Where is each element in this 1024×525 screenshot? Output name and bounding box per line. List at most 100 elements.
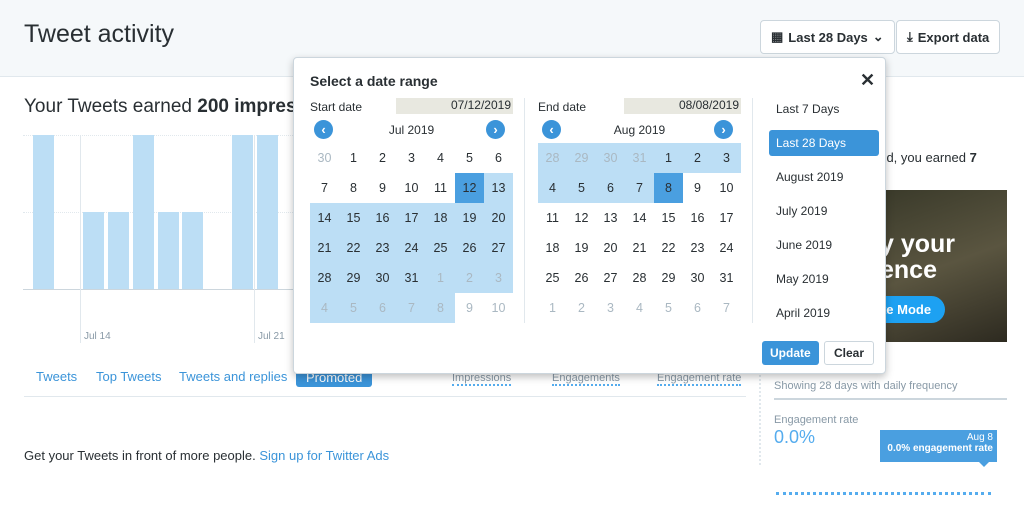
calendar-day[interactable]: 21 [310,233,339,263]
calendar-day[interactable]: 2 [567,293,596,323]
tab-top-tweets[interactable]: Top Tweets [96,369,162,384]
calendar-day[interactable]: 11 [538,203,567,233]
calendar-day[interactable]: 16 [683,203,712,233]
calendar-day[interactable]: 25 [538,263,567,293]
calendar-day[interactable]: 4 [538,173,567,203]
tab-tweets-and-replies[interactable]: Tweets and replies [179,369,287,384]
next-month-icon[interactable]: › [714,120,733,139]
calendar-day[interactable]: 29 [339,263,368,293]
calendar-day[interactable]: 1 [538,293,567,323]
calendar-day[interactable]: 22 [654,233,683,263]
calendar-day[interactable]: 23 [368,233,397,263]
calendar-day[interactable]: 19 [455,203,484,233]
calendar-day[interactable]: 10 [484,293,513,323]
calendar-day[interactable]: 1 [426,263,455,293]
calendar-day[interactable]: 9 [455,293,484,323]
promote-mode-button[interactable]: ote Mode [880,296,946,323]
calendar-day[interactable]: 20 [484,203,513,233]
calendar-day[interactable]: 25 [426,233,455,263]
calendar-day[interactable]: 4 [426,143,455,173]
calendar-day[interactable]: 28 [625,263,654,293]
date-range-button[interactable]: ▦ Last 28 Days ⌄ [760,20,895,54]
chart-bar[interactable] [132,135,154,289]
calendar-day[interactable]: 24 [397,233,426,263]
calendar-day[interactable]: 7 [310,173,339,203]
calendar-day[interactable]: 23 [683,233,712,263]
calendar-day[interactable]: 14 [310,203,339,233]
calendar-day[interactable]: 29 [567,143,596,173]
calendar-day[interactable]: 28 [310,263,339,293]
calendar-day[interactable]: 31 [625,143,654,173]
calendar-day[interactable]: 30 [683,263,712,293]
calendar-day[interactable]: 13 [484,173,513,203]
calendar-day[interactable]: 3 [596,293,625,323]
calendar-day[interactable]: 5 [339,293,368,323]
calendar-day[interactable]: 17 [397,203,426,233]
calendar-day[interactable]: 16 [368,203,397,233]
calendar-day[interactable]: 2 [455,263,484,293]
calendar-day[interactable]: 9 [683,173,712,203]
chart-bar[interactable] [182,212,204,289]
update-button[interactable]: Update [762,341,819,365]
calendar-day[interactable]: 5 [567,173,596,203]
calendar-day[interactable]: 20 [596,233,625,263]
calendar-day[interactable]: 27 [484,233,513,263]
preset-option[interactable]: April 2019 [769,300,879,326]
calendar-day[interactable]: 10 [712,173,741,203]
calendar-day[interactable]: 4 [625,293,654,323]
calendar-day[interactable]: 3 [484,263,513,293]
calendar-day[interactable]: 7 [712,293,741,323]
chart-bar[interactable] [33,135,54,289]
clear-button[interactable]: Clear [824,341,875,365]
prev-month-icon[interactable]: ‹ [314,120,333,139]
calendar-day[interactable]: 15 [654,203,683,233]
prev-month-icon[interactable]: ‹ [542,120,561,139]
calendar-day[interactable]: 22 [339,233,368,263]
preset-option[interactable]: Last 7 Days [769,96,879,122]
calendar-day[interactable]: 2 [683,143,712,173]
calendar-day[interactable]: 26 [455,233,484,263]
calendar-day[interactable]: 5 [654,293,683,323]
calendar-day[interactable]: 6 [596,173,625,203]
calendar-day[interactable]: 6 [484,143,513,173]
calendar-day[interactable]: 14 [625,203,654,233]
calendar-day[interactable]: 30 [368,263,397,293]
column-engagement-rate[interactable]: Engagement rate [657,372,742,386]
calendar-day[interactable]: 13 [596,203,625,233]
chart-bar[interactable] [232,135,254,289]
next-month-icon[interactable]: › [486,120,505,139]
column-impressions[interactable]: Impressions [452,372,512,386]
calendar-day[interactable]: 11 [426,173,455,203]
tab-tweets[interactable]: Tweets [36,369,77,384]
calendar-day[interactable]: 17 [712,203,741,233]
calendar-day[interactable]: 7 [397,293,426,323]
calendar-day[interactable]: 10 [397,173,426,203]
calendar-day[interactable]: 30 [596,143,625,173]
calendar-day[interactable]: 12 [567,203,596,233]
preset-option[interactable]: July 2019 [769,198,879,224]
calendar-day[interactable]: 24 [712,233,741,263]
calendar-day[interactable]: 19 [567,233,596,263]
calendar-day[interactable]: 18 [538,233,567,263]
close-icon[interactable]: ✕ [860,70,875,91]
chart-bar[interactable] [107,212,129,289]
calendar-day[interactable]: 30 [310,143,339,173]
export-data-button[interactable]: ⤓ Export data [896,20,1001,54]
calendar-day[interactable]: 5 [455,143,484,173]
preset-option[interactable]: May 2019 [769,266,879,292]
chart-bar[interactable] [82,212,104,289]
calendar-day[interactable]: 31 [397,263,426,293]
calendar-day[interactable]: 1 [654,143,683,173]
calendar-day[interactable]: 6 [368,293,397,323]
calendar-day[interactable]: 15 [339,203,368,233]
calendar-day[interactable]: 8 [339,173,368,203]
calendar-day[interactable]: 3 [397,143,426,173]
column-engagements[interactable]: Engagements [552,372,620,386]
calendar-day[interactable]: 2 [368,143,397,173]
twitter-ads-link[interactable]: Sign up for Twitter Ads [259,448,389,463]
calendar-day[interactable]: 1 [339,143,368,173]
calendar-day[interactable]: 18 [426,203,455,233]
promote-mode-banner[interactable]: y your ence ote Mode [880,190,1007,342]
preset-option[interactable]: June 2019 [769,232,879,258]
calendar-day[interactable]: 6 [683,293,712,323]
